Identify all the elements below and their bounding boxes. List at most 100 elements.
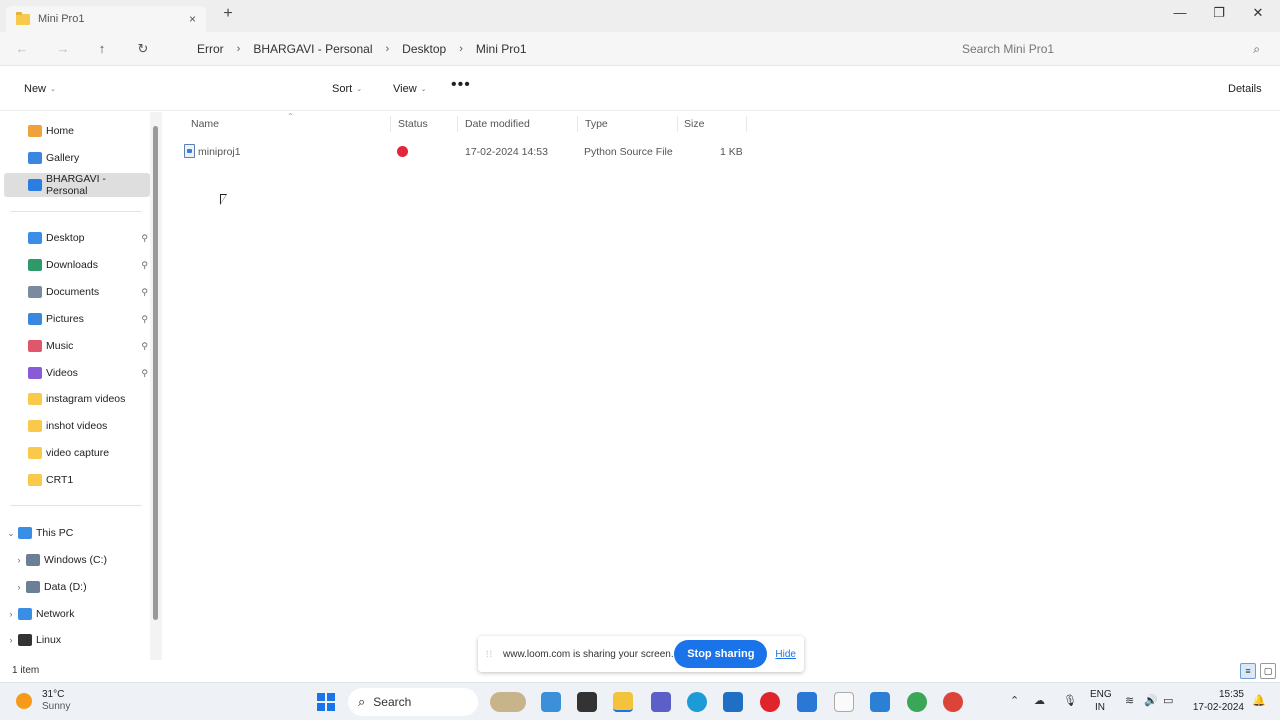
column-separator[interactable] bbox=[746, 116, 747, 132]
column-separator[interactable] bbox=[577, 116, 578, 132]
sidebar-item-music[interactable]: Music ⚲ bbox=[4, 334, 150, 358]
search-icon: ⌕ bbox=[358, 694, 366, 709]
chevron-right-icon[interactable]: › bbox=[231, 43, 247, 55]
column-separator[interactable] bbox=[390, 116, 391, 132]
view-button[interactable]: View ⌄ bbox=[393, 83, 427, 95]
chevron-right-icon[interactable]: › bbox=[12, 555, 26, 565]
mail-icon[interactable] bbox=[797, 692, 817, 712]
chevron-right-icon[interactable]: › bbox=[453, 43, 469, 55]
microphone-icon[interactable]: 🎙 bbox=[1063, 694, 1077, 707]
breadcrumb-mini-pro1[interactable]: Mini Pro1 bbox=[469, 42, 534, 56]
task-view-icon[interactable] bbox=[577, 692, 597, 712]
search-input[interactable]: Search Mini Pro1 ⌕ bbox=[952, 36, 1272, 62]
close-button[interactable]: ✕ bbox=[1248, 3, 1268, 23]
sidebar-item-this-pc[interactable]: ⌄ This PC bbox=[4, 521, 150, 545]
folder-icon bbox=[28, 393, 42, 405]
up-button[interactable]: ↑ bbox=[92, 39, 112, 59]
minimize-button[interactable]: — bbox=[1170, 3, 1190, 23]
clock[interactable]: 15:35 17-02-2024 bbox=[1188, 688, 1244, 714]
teams-icon[interactable] bbox=[651, 692, 671, 712]
chevron-right-icon[interactable]: › bbox=[4, 609, 18, 619]
column-header-name[interactable]: Name bbox=[191, 118, 219, 130]
sidebar-item-home[interactable]: Home bbox=[4, 119, 150, 143]
taskbar-search[interactable]: ⌕ Search bbox=[348, 688, 478, 716]
details-button[interactable]: Details bbox=[1228, 83, 1262, 95]
chrome-icon[interactable] bbox=[943, 692, 963, 712]
breadcrumb-desktop[interactable]: Desktop bbox=[395, 42, 453, 56]
sidebar-item-crt1[interactable]: CRT1 bbox=[4, 468, 150, 492]
sidebar-item-windows-c[interactable]: › Windows (C:) bbox=[4, 548, 150, 572]
opera-icon[interactable] bbox=[760, 692, 780, 712]
sidebar-item-video-capture[interactable]: video capture bbox=[4, 441, 150, 465]
vscode-icon[interactable] bbox=[870, 692, 890, 712]
new-tab-button[interactable]: + bbox=[220, 6, 236, 22]
pin-icon[interactable]: ⚲ bbox=[141, 341, 148, 352]
wifi-icon[interactable]: ≋ bbox=[1125, 694, 1134, 707]
search-highlight-icon[interactable] bbox=[490, 692, 526, 712]
volume-icon[interactable]: 🔊 bbox=[1144, 694, 1158, 707]
chevron-right-icon[interactable]: › bbox=[380, 43, 396, 55]
table-row[interactable]: miniproj1 17-02-2024 14:53 Python Source… bbox=[176, 141, 746, 163]
pin-icon[interactable]: ⚲ bbox=[141, 314, 148, 325]
breadcrumb-error[interactable]: Error bbox=[190, 42, 231, 56]
show-hidden-icons[interactable]: ⌃ bbox=[1010, 694, 1019, 707]
column-header-date-modified[interactable]: Date modified bbox=[465, 118, 530, 130]
more-options-icon[interactable]: ••• bbox=[451, 76, 471, 94]
chevron-down-icon[interactable]: ⌄ bbox=[4, 528, 18, 539]
weather-widget[interactable]: 31°C Sunny bbox=[16, 689, 70, 713]
maximize-button[interactable]: ❐ bbox=[1209, 3, 1229, 23]
tab-close-button[interactable]: × bbox=[189, 12, 196, 26]
chrome-profile-icon[interactable] bbox=[907, 692, 927, 712]
pin-icon[interactable]: ⚲ bbox=[141, 368, 148, 379]
search-icon[interactable]: ⌕ bbox=[1253, 42, 1260, 57]
refresh-button[interactable]: ↻ bbox=[133, 39, 153, 59]
column-separator[interactable] bbox=[457, 116, 458, 132]
breadcrumb-bhargavi-personal[interactable]: BHARGAVI - Personal bbox=[246, 42, 379, 56]
tiles-view-button[interactable]: ▢ bbox=[1260, 663, 1276, 679]
sidebar-item-pictures[interactable]: Pictures ⚲ bbox=[4, 307, 150, 331]
file-explorer-icon[interactable] bbox=[613, 692, 633, 712]
column-header-type[interactable]: Type bbox=[585, 118, 608, 130]
new-button[interactable]: New ⌄ bbox=[24, 83, 56, 95]
sidebar-item-downloads[interactable]: Downloads ⚲ bbox=[4, 253, 150, 277]
stop-sharing-button[interactable]: Stop sharing bbox=[674, 640, 768, 668]
drag-handle-icon[interactable]: ⁞⁞ bbox=[486, 649, 493, 659]
battery-icon[interactable]: ▭ bbox=[1163, 694, 1173, 707]
folder-icon bbox=[28, 474, 42, 486]
pin-icon[interactable]: ⚲ bbox=[141, 233, 148, 244]
sidebar-item-inshot-videos[interactable]: inshot videos bbox=[4, 414, 150, 438]
sidebar-item-network[interactable]: › Network bbox=[4, 602, 150, 626]
store-icon[interactable] bbox=[723, 692, 743, 712]
sidebar-item-gallery[interactable]: Gallery bbox=[4, 146, 150, 170]
pin-icon[interactable]: ⚲ bbox=[141, 260, 148, 271]
start-icon[interactable] bbox=[316, 692, 336, 712]
forward-button[interactable]: → bbox=[53, 39, 73, 59]
details-view-button[interactable]: ≡ bbox=[1240, 663, 1256, 679]
sidebar-item-videos[interactable]: Videos ⚲ bbox=[4, 361, 150, 385]
sidebar-item-documents[interactable]: Documents ⚲ bbox=[4, 280, 150, 304]
tab-mini-pro1[interactable]: Mini Pro1 × bbox=[6, 6, 206, 32]
onedrive-icon[interactable]: ☁ bbox=[1034, 694, 1045, 707]
sidebar-scrollbar[interactable] bbox=[153, 126, 158, 620]
sidebar-item-linux[interactable]: › Linux bbox=[4, 628, 150, 652]
column-header-size[interactable]: Size bbox=[684, 118, 704, 130]
pin-icon[interactable]: ⚲ bbox=[141, 287, 148, 298]
edge-icon[interactable] bbox=[687, 692, 707, 712]
taskbar-search-label: Search bbox=[373, 695, 412, 709]
column-header-status[interactable]: Status bbox=[398, 118, 428, 130]
sidebar-item-label: BHARGAVI - Personal bbox=[46, 173, 106, 197]
chevron-right-icon[interactable]: › bbox=[4, 635, 18, 645]
sidebar-item-desktop[interactable]: Desktop ⚲ bbox=[4, 226, 150, 250]
notifications-icon[interactable]: 🔔 bbox=[1252, 694, 1266, 707]
back-button[interactable]: ← bbox=[12, 39, 32, 59]
sort-button[interactable]: Sort ⌄ bbox=[332, 83, 362, 95]
hide-link[interactable]: Hide bbox=[775, 649, 796, 660]
sidebar-item-instagram-videos[interactable]: instagram videos bbox=[4, 387, 150, 411]
sidebar-item-bhargavi-personal[interactable]: BHARGAVI - Personal bbox=[4, 173, 150, 197]
language-indicator[interactable]: ENG IN bbox=[1090, 688, 1112, 714]
column-separator[interactable] bbox=[677, 116, 678, 132]
chevron-right-icon[interactable]: › bbox=[12, 582, 26, 592]
copilot-icon[interactable] bbox=[541, 692, 561, 712]
sidebar-item-data-d[interactable]: › Data (D:) bbox=[4, 575, 150, 599]
notepad-icon[interactable] bbox=[834, 692, 854, 712]
